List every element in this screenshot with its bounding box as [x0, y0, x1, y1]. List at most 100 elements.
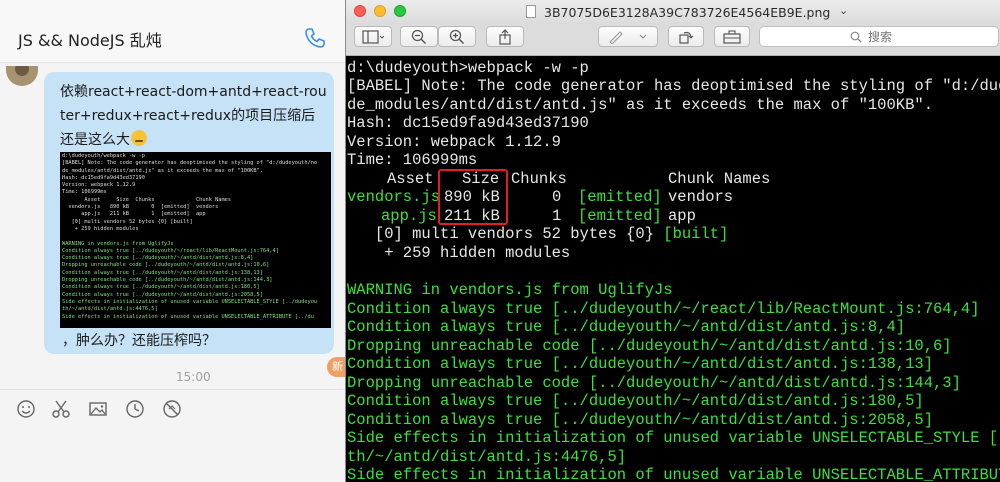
file-icon [526, 5, 536, 18]
thumbnail-line: Condition always true [../dudeyouth/~/an… [62, 291, 263, 298]
thumbnail-text: d:\dudeyouth/webpack -w -p [BABEL] Note: … [60, 152, 331, 322]
size-highlight-box [438, 169, 508, 225]
rotate-icon [679, 31, 694, 44]
zoom-in-icon [449, 29, 465, 44]
zoom-out-button[interactable] [400, 26, 438, 47]
message-caption: ，肿么办？还能压榨吗？ [62, 333, 216, 349]
babel-note-line-2: de_modules/antd/dist/antd.js" as it exce… [347, 96, 933, 114]
thumbnail-line: Condition always true [../dudeyouth/~/an… [62, 284, 260, 291]
window-title: 3B7075D6E3128A39C783726E4564EB9E.png [544, 5, 831, 20]
message-bubble[interactable]: 依赖react+react-dom+antd+react-router+redu… [44, 72, 334, 354]
close-button[interactable] [354, 5, 366, 17]
asset-chunks: 0 [552, 188, 562, 206]
share-button[interactable] [486, 26, 524, 47]
thumbnail-line: Side effects in initialization of unused… [62, 298, 318, 305]
message-text: 依赖react+react-dom+antd+react-router+redu… [60, 84, 327, 148]
toolbox-icon [723, 29, 741, 44]
image-icon[interactable] [87, 398, 109, 420]
thumbnail-line: Condition always true [../dudeyouth/~/an… [62, 269, 263, 276]
thumbnail-line: [0] multi vendors 52 bytes {0} [built] [62, 218, 193, 225]
time-line: Time: 106999ms [347, 151, 478, 169]
warning-line: Condition always true [../dudeyouth/~/an… [347, 355, 933, 373]
share-icon [499, 28, 511, 45]
thumbnail-line [62, 233, 329, 240]
warning-line: Side effects in initialization of unused… [347, 466, 1000, 482]
thumbnail-line: WARNING in vendors.js from UglifyJs [62, 240, 174, 247]
sidebar-button[interactable] [354, 26, 392, 47]
phone-icon[interactable] [303, 26, 327, 50]
multi-vendors-line: [0] multi vendors 52 bytes {0} [built] [347, 225, 729, 244]
version-line: Version: webpack 1.12.9 [347, 133, 561, 151]
asset-name: app.js [381, 207, 437, 225]
zoom-button[interactable] [394, 5, 406, 17]
thumbnail-line: Dropping unreachable code [../dudeyouth/… [62, 262, 270, 269]
dizzy-emoji-icon [131, 130, 147, 146]
preview-toolbar [346, 23, 1000, 56]
asset-chunk-name: app [668, 207, 696, 225]
warning-line: Dropping unreachable code [../dudeyouth/… [347, 373, 961, 392]
header-asset: Asset [387, 170, 434, 188]
babel-note-line-1: [BABEL] Note: The code generator has deo… [347, 77, 1000, 95]
chat-title: JS && NodeJS 乱炖 [18, 31, 162, 50]
asset-status: [emitted] [578, 207, 662, 225]
warning-line: Dropping unreachable code [../dudeyouth/… [347, 336, 952, 355]
chat-window: JS && NodeJS 乱炖 依赖react+react-dom+antd+r… [0, 0, 349, 482]
thumbnail-line: Asset Size Chunks Chunk Names [62, 196, 232, 203]
minimize-button[interactable] [374, 5, 386, 17]
terminal-command: d:\dudeyouth>webpack -w -p [347, 59, 589, 77]
thumbnail-line: + 259 hidden modules [62, 225, 139, 232]
emoji-icon[interactable] [15, 398, 37, 420]
warning-header: WARNING in vendors.js from UglifyJs [347, 281, 673, 299]
warning-line: Condition always true [../dudeyouth/~/an… [347, 392, 924, 410]
message-timestamp: 15:00 [176, 370, 211, 384]
title-bar: 3B7075D6E3128A39C783726E4564EB9E.png ⌄ [346, 0, 1000, 23]
shake-icon[interactable] [161, 398, 183, 420]
scissors-icon[interactable] [50, 398, 72, 420]
pen-icon [609, 30, 647, 44]
thumbnail-line: Condition always true [../dudeyouth/~/an… [62, 255, 254, 262]
search-icon [850, 31, 862, 43]
thumbnail-line: Side effects in initialization of unused… [62, 313, 314, 320]
warning-line: Condition always true [../dudeyouth/~/re… [347, 299, 980, 318]
header-chunk-names: Chunk Names [668, 170, 771, 188]
sidebar-icon [362, 29, 384, 44]
thumbnail-line: Condition always true [../dudeyouth/~/re… [62, 247, 279, 254]
rotate-button[interactable] [668, 26, 704, 47]
avatar[interactable] [6, 66, 38, 86]
asset-name: vendors.js [347, 188, 441, 206]
thumbnail-line: Hash: dc15ed9fa9d43ed37190 [62, 174, 145, 181]
toolbox-button[interactable] [714, 26, 750, 47]
thumbnail-line: d:\dudeyouth/webpack -w -p [62, 153, 145, 159]
thumbnail-line: th/~/antd/dist/antd.js:4476,5] [62, 306, 158, 313]
zoom-in-button[interactable] [438, 26, 476, 47]
header-chunks: Chunks [511, 170, 567, 188]
chat-header: JS && NodeJS 乱炖 [0, 0, 345, 63]
search-input[interactable] [868, 28, 988, 45]
chat-toolbar [0, 389, 345, 430]
terminal-screenshot: d:\dudeyouth>webpack -w -p [BABEL] Note:… [346, 57, 1000, 482]
clock-icon[interactable] [124, 398, 146, 420]
preview-window: 3B7075D6E3128A39C783726E4564EB9E.png ⌄ 搜… [345, 0, 1000, 482]
thumbnail-line: app.js 211 kB 1 [emitted] app [62, 211, 206, 218]
markup-button[interactable] [598, 26, 658, 47]
asset-chunk-name: vendors [668, 188, 734, 206]
thumbnail-line: de_modules/antd/dist/antd.js" as it exce… [62, 167, 263, 174]
warning-line: Side effects in initialization of unused… [347, 429, 1000, 447]
zoom-out-icon [411, 29, 427, 44]
thumbnail-line: vendors.js 890 kB 0 [emitted] vendors [62, 204, 219, 211]
warning-line: Condition always true [../dudeyouth/~/an… [347, 318, 906, 336]
thumbnail-line: Dropping unreachable code [../dudeyouth/… [62, 277, 273, 284]
built-tag: [built] [663, 225, 729, 243]
asset-chunks: 1 [552, 207, 562, 225]
screenshot-thumbnail[interactable]: d:\dudeyouth/webpack -w -p [BABEL] Note: … [60, 152, 331, 328]
hidden-modules-line: + 259 hidden modules [347, 244, 571, 262]
title-chevron-icon[interactable]: ⌄ [839, 4, 848, 17]
thumbnail-line: Time: 106999ms [62, 189, 107, 196]
warning-line: th/~/antd/dist/antd.js:4476,5] [347, 447, 627, 466]
multi-vendors-text: [0] multi vendors 52 bytes {0} [347, 225, 664, 243]
warning-line: Condition always true [../dudeyouth/~/an… [347, 410, 933, 429]
hash-line: Hash: dc15ed9fa9d43ed37190 [347, 114, 589, 132]
search-box[interactable] [759, 26, 999, 47]
thumbnail-line: Version: webpack 1.12.9 [62, 182, 136, 189]
asset-status: [emitted] [578, 188, 662, 206]
